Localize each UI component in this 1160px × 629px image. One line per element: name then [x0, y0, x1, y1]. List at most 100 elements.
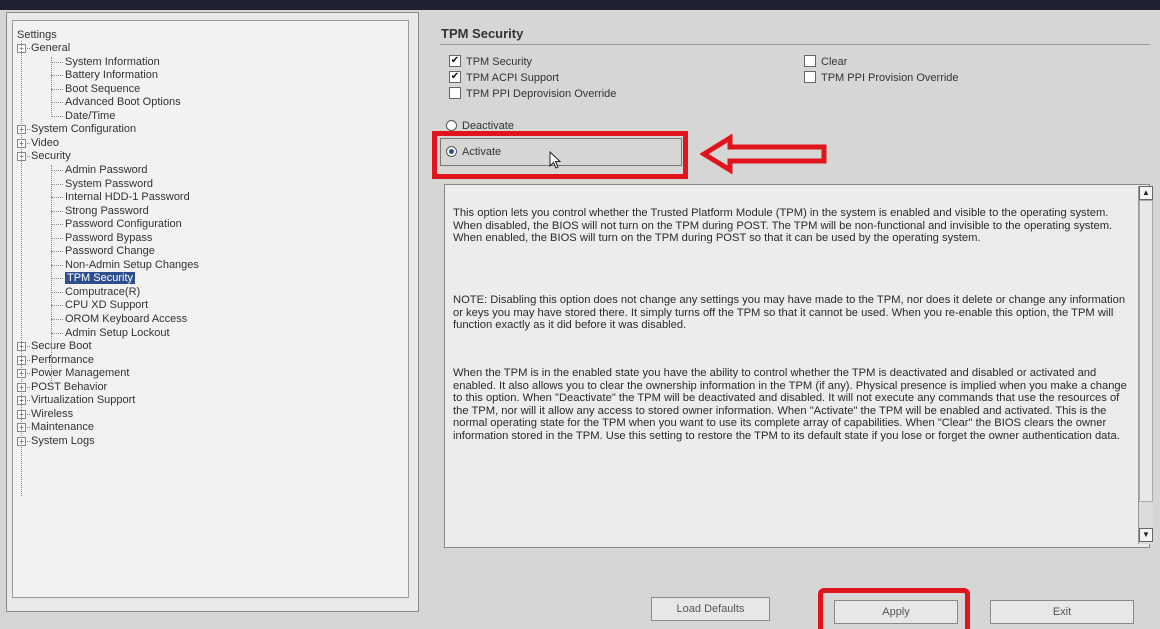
tree-connector — [51, 183, 63, 185]
tree-item-label: System Configuration — [31, 123, 137, 136]
tree-connector — [25, 413, 30, 415]
checkbox-box[interactable]: ✔ — [449, 71, 461, 84]
tree-item[interactable]: Strong Password — [65, 205, 149, 218]
tree-item-label: System Information — [65, 55, 160, 68]
tree-connector — [51, 264, 63, 266]
tree-item[interactable]: Secure Boot — [31, 340, 92, 353]
tree-item[interactable]: Video — [31, 137, 59, 150]
screen-top-edge — [0, 0, 1160, 10]
tree-connector — [25, 346, 30, 348]
tree-root-label: Settings — [17, 29, 57, 41]
tree-item[interactable]: Non-Admin Setup Changes — [65, 259, 199, 272]
tree-connector — [51, 115, 63, 117]
annotation-arrow-icon — [700, 134, 827, 174]
tree-item-label: Security — [31, 150, 71, 163]
tree-item[interactable]: Maintenance — [31, 421, 94, 434]
tree-connector — [51, 251, 63, 253]
tree-item[interactable]: Admin Setup Lockout — [65, 327, 170, 340]
tree-item-label: Password Configuration — [65, 218, 182, 231]
tree-item[interactable]: Security — [31, 150, 71, 163]
title-divider — [440, 44, 1150, 45]
tree-item[interactable]: Password Change — [65, 245, 155, 258]
tree-item-label: Wireless — [31, 407, 74, 420]
tree-item[interactable]: Internal HDD-1 Password — [65, 191, 190, 204]
tree-item-label: Internal HDD-1 Password — [65, 191, 190, 204]
checkbox-label: Clear — [821, 56, 848, 68]
tree-item-label: Boot Sequence — [65, 82, 141, 95]
annotation-highlight-activate — [432, 131, 688, 179]
tree-item[interactable]: Battery Information — [65, 69, 158, 82]
tree-item-label: Video — [31, 136, 59, 149]
tree-item[interactable]: OROM Keyboard Access — [65, 313, 187, 326]
tree-item[interactable]: Power Management — [31, 367, 129, 380]
tree-item[interactable]: Advanced Boot Options — [65, 96, 181, 109]
scroll-up-icon[interactable]: ▲ — [1139, 186, 1153, 200]
tree-connector — [51, 278, 63, 280]
exit-button[interactable]: Exit — [990, 600, 1134, 624]
checkbox-label: TPM PPI Deprovision Override — [466, 88, 617, 100]
tree-item[interactable]: Date/Time — [65, 110, 115, 123]
tree-item-label: OROM Keyboard Access — [65, 313, 188, 325]
annotation-highlight-apply — [818, 588, 970, 629]
tree-item-label: System Logs — [31, 434, 95, 447]
scroll-down-icon[interactable]: ▼ — [1139, 528, 1153, 542]
tree-item-label: Performance — [31, 353, 94, 366]
tree-item[interactable]: Password Configuration — [65, 218, 182, 231]
tree-connector — [51, 102, 63, 104]
tree-connector — [25, 386, 30, 388]
tree-item[interactable]: Performance — [31, 354, 94, 367]
checkbox-clear[interactable]: Clear — [804, 55, 848, 68]
tree-guide — [21, 41, 22, 496]
tree-connector — [51, 169, 63, 171]
tree-connector — [25, 440, 30, 442]
checkbox-box[interactable] — [449, 87, 461, 100]
help-paragraph-3: When the TPM is in the enabled state you… — [453, 367, 1127, 442]
checkbox-box[interactable] — [804, 55, 816, 68]
tree-item[interactable]: Wireless — [31, 408, 73, 421]
checkbox-tpm-security[interactable]: ✔ TPM Security — [449, 55, 532, 68]
tree-connector — [25, 400, 30, 402]
tree-item[interactable]: CPU XD Support — [65, 299, 148, 312]
checkbox-box[interactable] — [804, 71, 816, 84]
tree-item-label: Secure Boot — [31, 340, 92, 353]
tree-item[interactable]: POST Behavior — [31, 381, 107, 394]
tree-item[interactable]: Computrace(R) — [65, 286, 140, 299]
tree-connector — [25, 142, 30, 144]
checkbox-label: TPM PPI Provision Override — [821, 72, 959, 84]
tree-connector — [51, 305, 63, 307]
section-title: TPM Security — [441, 26, 524, 41]
tree-item-label: POST Behavior — [31, 380, 108, 393]
tree-item-label: Battery Information — [65, 69, 158, 82]
checkbox-tpm-ppi-deprovision[interactable]: TPM PPI Deprovision Override — [449, 87, 617, 100]
tree-item[interactable]: Boot Sequence — [65, 83, 140, 96]
tree-item-label: Password Change — [65, 245, 155, 258]
checkbox-tpm-ppi-provision[interactable]: TPM PPI Provision Override — [804, 71, 959, 84]
tree-item[interactable]: TPM Security — [65, 272, 136, 285]
tree-item[interactable]: System Password — [65, 178, 153, 191]
tree-item[interactable]: Admin Password — [65, 164, 148, 177]
tree-root: Settings — [17, 29, 57, 42]
tree-item[interactable]: System Logs — [31, 435, 95, 448]
checkbox-tpm-acpi-support[interactable]: ✔ TPM ACPI Support — [449, 71, 559, 84]
tree-connector — [51, 319, 63, 320]
tree-connector — [25, 427, 30, 429]
tree-item[interactable]: General — [31, 42, 70, 55]
tree-item-label: General — [31, 42, 71, 54]
help-scrollbar-thumb[interactable] — [1139, 200, 1153, 502]
radio-dot[interactable] — [446, 119, 457, 131]
tree-item[interactable]: Virtualization Support — [31, 394, 135, 407]
tree-guide — [51, 57, 52, 117]
help-paragraph-1: This option lets you control whether the… — [453, 207, 1113, 245]
tree-item[interactable]: System Configuration — [31, 123, 136, 136]
tree-item[interactable]: System Information — [65, 56, 160, 69]
tree-item-label: Password Bypass — [65, 231, 153, 244]
tree-connector — [51, 224, 63, 226]
tree-connector — [25, 48, 30, 49]
settings-tree[interactable]: Settings General − System Information Batte… — [12, 20, 409, 598]
tree-item[interactable]: Password Bypass — [65, 232, 152, 245]
tree-connector — [51, 61, 63, 63]
load-defaults-button[interactable]: Load Defaults — [651, 597, 770, 621]
checkbox-box[interactable]: ✔ — [449, 55, 461, 68]
tree-connector — [25, 129, 30, 131]
tree-item-label: Power Management — [31, 367, 130, 380]
